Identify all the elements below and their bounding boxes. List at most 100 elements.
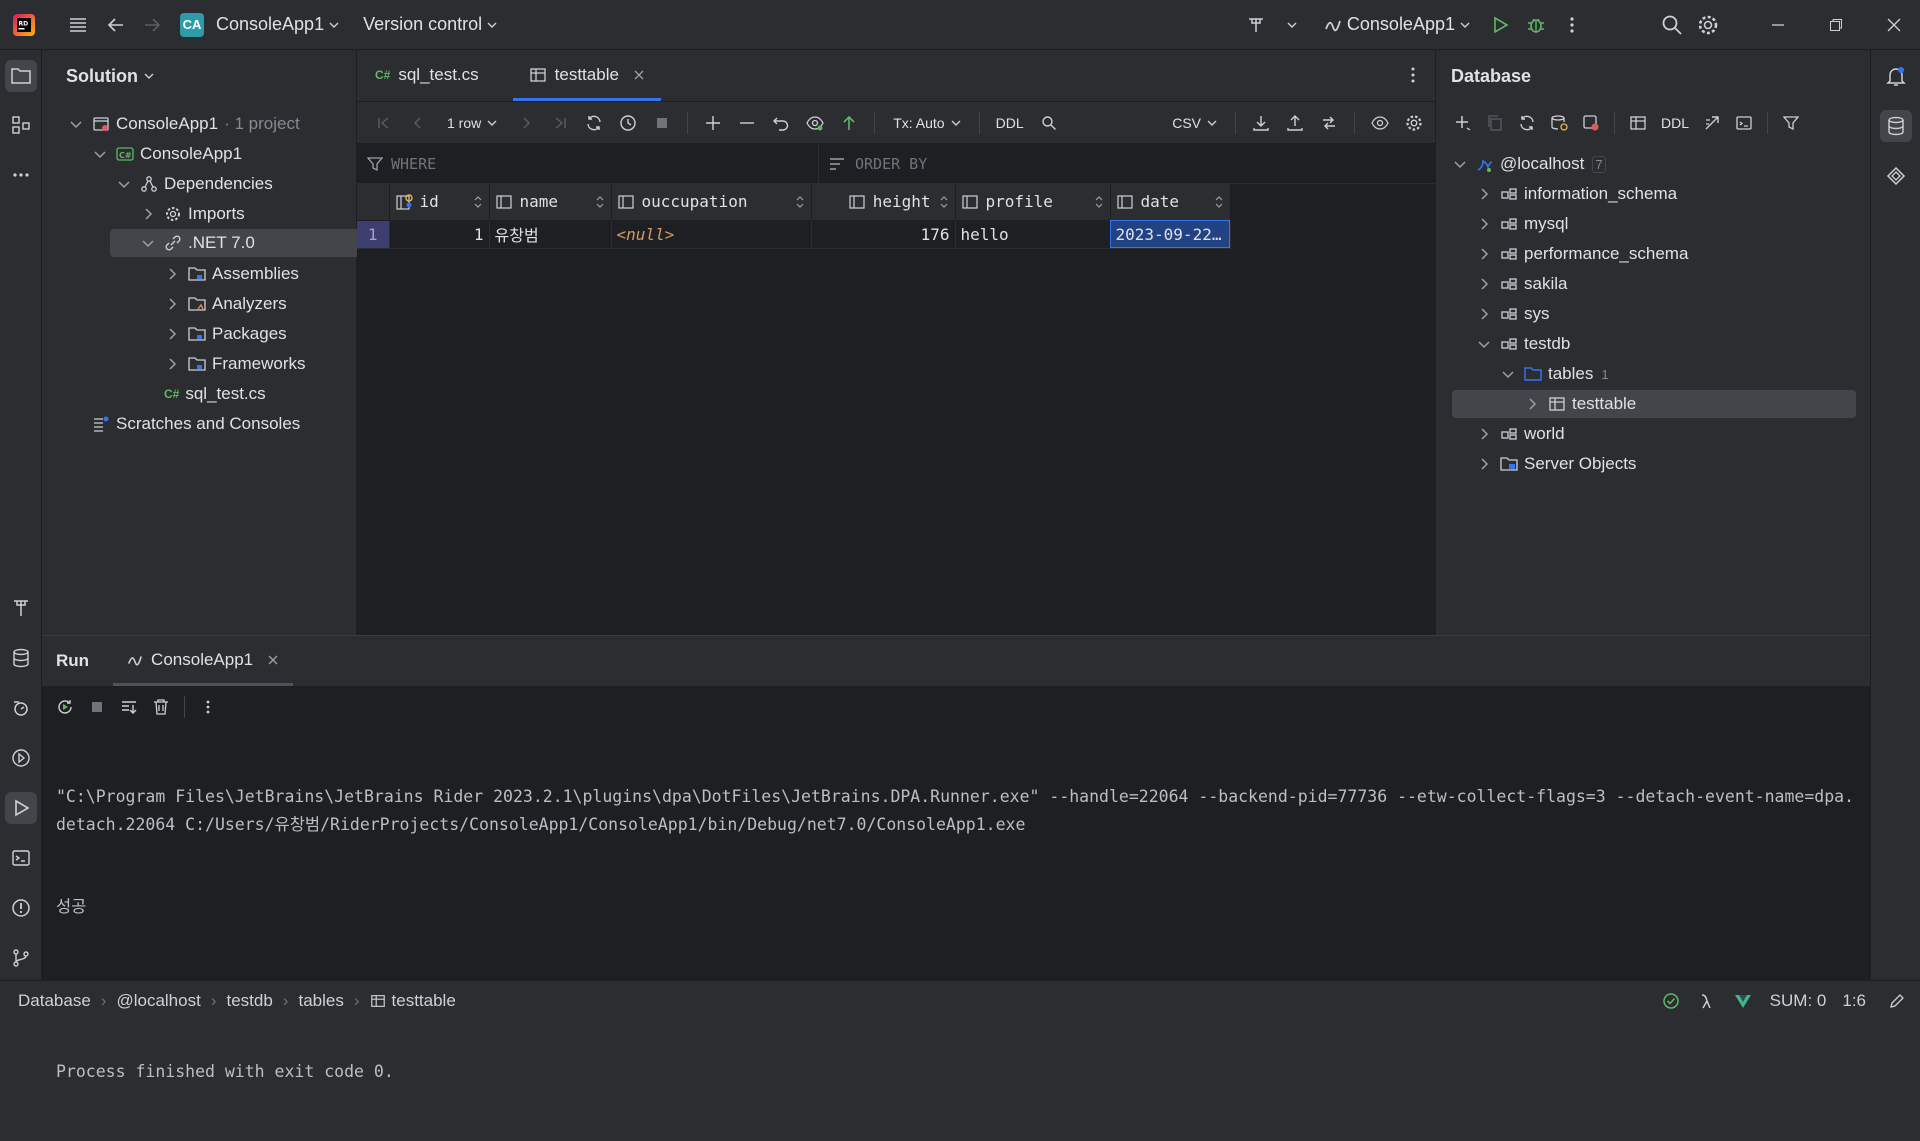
tab-sql-test[interactable]: C# sql_test.cs [359,49,495,101]
column-header-profile[interactable]: profile [955,184,1111,221]
revert-icon[interactable] [768,110,794,136]
cell-id[interactable]: 1 [389,220,490,249]
tree-item-dependencies[interactable]: Dependencies [116,170,273,198]
tree-item-dotnet[interactable]: .NET 7.0 [140,229,255,257]
column-header-date[interactable]: date [1110,184,1231,221]
db-table-testtable[interactable]: testtable [1524,390,1636,418]
problems-icon[interactable] [5,892,37,924]
build-options-chevron-icon[interactable] [1274,7,1310,43]
column-header-name[interactable]: name [489,184,612,221]
tree-item-frameworks[interactable]: Frameworks [164,350,306,378]
more-actions-icon[interactable] [1554,7,1590,43]
row-number[interactable]: 1 [357,220,390,249]
db-tables-folder[interactable]: tables 1 [1500,360,1609,388]
prev-page-icon[interactable] [405,110,431,136]
db-host-node[interactable]: @localhost 7 [1452,150,1606,178]
project-folder-icon[interactable] [5,60,37,92]
add-row-icon[interactable] [700,110,726,136]
run-icon[interactable] [1482,7,1518,43]
breadcrumb-item[interactable]: @localhost [116,991,200,1011]
disconnect-icon[interactable] [1578,110,1604,136]
close-tab-icon[interactable] [267,654,279,666]
cell-profile[interactable]: hello [955,220,1111,249]
selection-sum[interactable]: SUM: 0 [1770,991,1827,1011]
search-icon[interactable] [1654,7,1690,43]
database-panel-icon[interactable] [1880,110,1912,142]
more-tools-icon[interactable] [5,159,37,191]
close-window-icon[interactable] [1876,7,1912,43]
tree-item-packages[interactable]: Packages [164,320,287,348]
column-header-ouccupation[interactable]: ouccupation [611,184,812,221]
build-icon[interactable] [5,592,37,624]
run-more-icon[interactable] [195,694,221,720]
where-filter-input[interactable]: WHERE [357,143,819,184]
tree-item-assemblies[interactable]: Assemblies [164,260,299,288]
db-schema-node[interactable]: performance_schema [1476,240,1688,268]
refresh-icon[interactable] [581,110,607,136]
order-by-input[interactable]: ORDER BY [819,144,927,184]
next-page-icon[interactable] [513,110,539,136]
history-clock-icon[interactable] [615,110,641,136]
column-header-id[interactable]: id [389,184,490,221]
project-selector[interactable]: CA ConsoleApp1 [180,12,339,37]
ddl-button[interactable]: DDL [992,115,1028,131]
column-header-height[interactable]: height [811,184,956,221]
debug-services-icon[interactable] [5,742,37,774]
download-icon[interactable] [1248,110,1274,136]
structure-icon[interactable] [5,109,37,141]
preview-changes-icon[interactable] [802,110,828,136]
run-config-selector[interactable]: ConsoleApp1 [1324,14,1470,35]
grid-search-icon[interactable] [1036,110,1062,136]
first-page-icon[interactable] [371,110,397,136]
sort-arrows-icon[interactable] [795,195,805,208]
back-icon[interactable] [98,7,134,43]
solution-header[interactable]: Solution [42,50,356,102]
vue-shield-icon[interactable] [1730,988,1756,1014]
submit-icon[interactable] [836,110,862,136]
sort-arrows-icon[interactable] [1094,195,1104,208]
db-schema-node[interactable]: sakila [1476,270,1567,298]
sort-arrows-icon[interactable] [595,195,605,208]
main-menu-icon[interactable] [60,7,96,43]
jump-to-source-icon[interactable] [1699,110,1725,136]
sort-arrows-icon[interactable] [1214,195,1224,208]
db-schema-node[interactable]: sys [1476,300,1550,328]
vcs-menu[interactable]: Version control [363,14,497,35]
build-hammer-icon[interactable] [1238,7,1274,43]
db-schema-node[interactable]: world [1476,420,1565,448]
tree-item-imports[interactable]: Imports [140,200,245,228]
database-icon[interactable] [5,642,37,674]
db-refresh-icon[interactable] [1514,110,1540,136]
scroll-to-end-icon[interactable] [116,694,142,720]
cell-name[interactable]: 유창범 [489,220,612,249]
db-schema-node[interactable]: mysql [1476,210,1568,238]
settings-gear-icon[interactable] [1690,7,1726,43]
view-eye-icon[interactable] [1367,110,1393,136]
db-ddl-button[interactable]: DDL [1657,115,1693,131]
breadcrumb-item[interactable]: Database [18,991,91,1011]
forward-icon[interactable] [134,7,170,43]
db-schema-node[interactable]: information_schema [1476,180,1677,208]
rerun-icon[interactable] [52,694,78,720]
tree-item-analyzers[interactable]: Analyzers [164,290,287,318]
tx-mode-selector[interactable]: Tx: Auto [887,115,966,131]
db-schema-node-testdb[interactable]: testdb [1476,330,1570,358]
db-filter-icon[interactable] [1778,110,1804,136]
breadcrumb-item[interactable]: testdb [226,991,272,1011]
table-row[interactable]: 1 1 유창범 <null> 176 hello 2023-09-22… [357,220,1231,249]
plugin-diamond-icon[interactable] [1880,160,1912,192]
db-server-objects[interactable]: Server Objects [1476,450,1636,478]
breadcrumb-item[interactable]: tables [298,991,343,1011]
upload-icon[interactable] [1282,110,1308,136]
inspection-ok-icon[interactable] [1658,988,1684,1014]
tree-item-sql-test[interactable]: C# sql_test.cs [140,380,266,408]
git-branch-icon[interactable] [5,942,37,974]
services-icon[interactable] [5,692,37,724]
stop-process-icon[interactable] [84,694,110,720]
run-panel-icon[interactable] [5,792,37,824]
breadcrumb-item[interactable]: testtable [392,991,456,1011]
debug-icon[interactable] [1518,7,1554,43]
restore-icon[interactable] [1818,7,1854,43]
last-page-icon[interactable] [547,110,573,136]
grid-settings-icon[interactable] [1401,110,1427,136]
